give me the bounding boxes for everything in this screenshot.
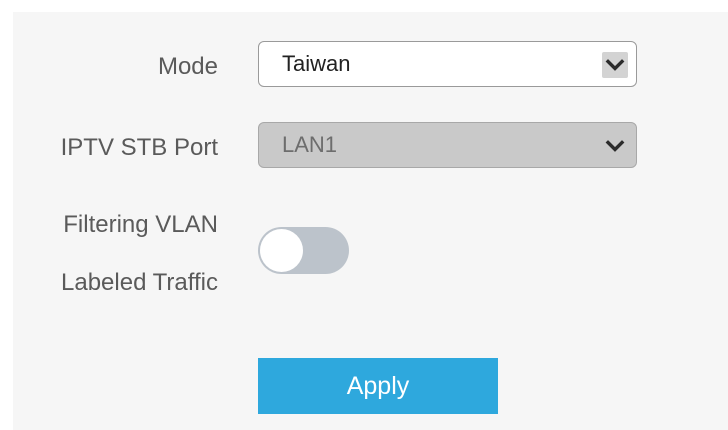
chevron-down-icon — [602, 133, 628, 159]
iptv-stb-port-select-value: LAN1 — [282, 132, 338, 157]
filtering-vlan-label-line2: Labeled Traffic — [61, 269, 218, 296]
chevron-down-icon[interactable] — [602, 52, 628, 78]
filtering-vlan-toggle[interactable] — [258, 227, 349, 274]
mode-select-value: Taiwan — [282, 51, 351, 76]
iptv-stb-port-select: LAN1 — [258, 122, 637, 168]
toggle-knob — [260, 229, 303, 272]
mode-select[interactable]: Taiwan — [258, 41, 637, 87]
filtering-vlan-label-line1: Filtering VLAN — [63, 211, 218, 238]
iptv-stb-port-label: IPTV STB Port — [60, 134, 218, 161]
apply-button[interactable]: Apply — [258, 358, 498, 414]
mode-label: Mode — [157, 53, 218, 80]
